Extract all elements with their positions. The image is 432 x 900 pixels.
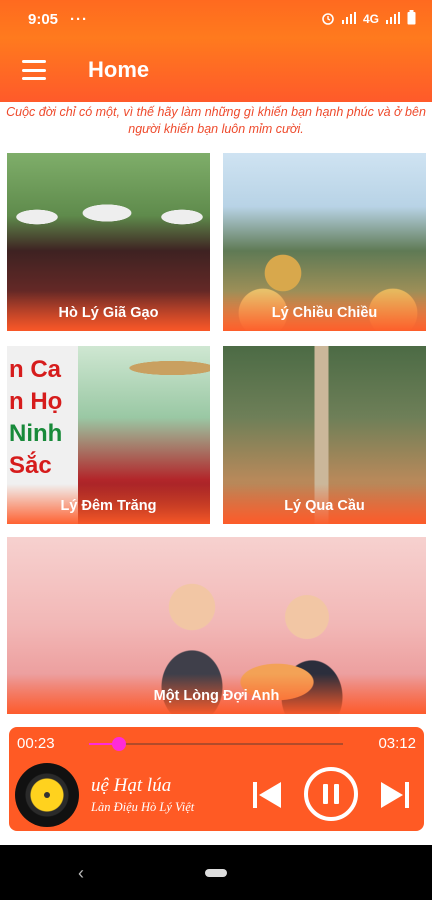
song-card-ly-chieu-chieu[interactable]: Lý Chiều Chiều bbox=[223, 153, 426, 331]
now-playing-title: uệ Hạt lúa bbox=[91, 775, 172, 796]
song-card-label: Một Lòng Đợi Anh bbox=[7, 674, 426, 714]
status-icons: 4G bbox=[321, 10, 416, 28]
alarm-icon bbox=[321, 11, 335, 28]
app-bar: Home bbox=[0, 38, 432, 102]
song-card-mot-long-doi-anh[interactable]: Một Lòng Đợi Anh bbox=[7, 537, 426, 714]
signal-icon-2 bbox=[385, 11, 401, 27]
song-card-ho-ly-gia-gao[interactable]: Hò Lý Giã Gạo bbox=[7, 153, 210, 331]
back-icon[interactable]: ‹ bbox=[78, 863, 84, 884]
song-card-ly-qua-cau[interactable]: Lý Qua Cầu bbox=[223, 346, 426, 524]
page-title: Home bbox=[88, 57, 150, 82]
song-card-label: Lý Chiều Chiều bbox=[223, 291, 426, 331]
now-playing-artist: Làn Điệu Hò Lý Việt bbox=[91, 800, 195, 814]
home-pill[interactable] bbox=[205, 868, 227, 877]
skip-previous-icon[interactable] bbox=[249, 779, 285, 811]
status-bar: 9:05 ··· 4G bbox=[0, 0, 432, 38]
pause-icon bbox=[323, 784, 328, 804]
skip-next-icon[interactable] bbox=[377, 779, 413, 811]
seek-bar-thumb[interactable] bbox=[112, 737, 127, 751]
song-card-label: Hò Lý Giã Gạo bbox=[7, 291, 210, 331]
thumbnail-overlay-text: n Ca n Họ Ninh Sắc bbox=[9, 356, 63, 479]
hamburger-menu-icon[interactable] bbox=[22, 60, 46, 80]
battery-icon bbox=[407, 10, 416, 28]
notification-dots: ··· bbox=[70, 10, 89, 28]
seek-bar[interactable] bbox=[89, 737, 343, 751]
system-nav-bar: ‹ bbox=[0, 845, 432, 900]
song-card-ly-dem-trang[interactable]: n Ca n Họ Ninh Sắc Lý Đêm Trăng bbox=[7, 346, 210, 524]
pause-button[interactable] bbox=[304, 767, 358, 821]
status-time: 9:05 bbox=[28, 10, 59, 28]
song-card-label: Lý Đêm Trăng bbox=[7, 484, 210, 524]
mini-player: 00:23 03:12 uệ Hạt lúa Làn Điệu Hò Lý Vi… bbox=[9, 727, 424, 831]
signal-icon bbox=[341, 11, 357, 27]
now-playing-info: uệ Hạt lúa Làn Điệu Hò Lý Việt bbox=[91, 775, 225, 815]
network-type: 4G bbox=[362, 12, 379, 26]
vinyl-disc-icon bbox=[15, 763, 79, 827]
quote-text: Cuộc đời chỉ có một, vì thế hãy làm nhữn… bbox=[6, 105, 426, 136]
song-card-label: Lý Qua Cầu bbox=[223, 484, 426, 524]
total-time: 03:12 bbox=[378, 735, 416, 752]
elapsed-time: 00:23 bbox=[17, 735, 55, 752]
